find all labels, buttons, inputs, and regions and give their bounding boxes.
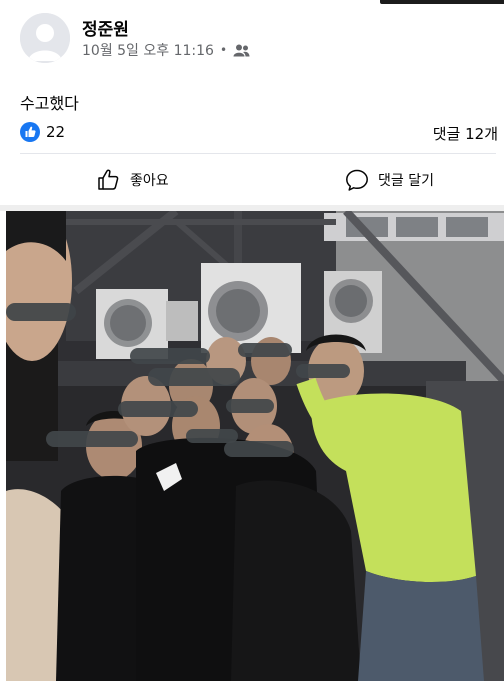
comment-button[interactable]: 댓글 달기	[344, 160, 434, 200]
facebook-post-page: 정준원 10월 5일 오후 11:16 • 수고했다 22 댓글 12개 좋아요…	[0, 0, 504, 684]
post-text: 수고했다	[20, 94, 79, 113]
top-corner-strip	[380, 0, 504, 4]
friends-icon[interactable]	[233, 44, 250, 57]
post-timestamp[interactable]: 10월 5일 오후 11:16	[82, 40, 214, 60]
post-header: 정준원 10월 5일 오후 11:16 •	[20, 13, 490, 65]
divider	[20, 153, 496, 154]
like-count[interactable]: 22	[46, 123, 65, 141]
default-avatar-icon	[20, 13, 70, 63]
group-photo[interactable]	[6, 211, 504, 681]
actions-row: 좋아요 댓글 달기	[0, 160, 504, 200]
reactions-row: 22 댓글 12개	[20, 121, 500, 143]
like-button[interactable]: 좋아요	[96, 160, 169, 200]
thumbs-up-outline-icon	[96, 167, 122, 193]
comment-bubble-icon	[344, 167, 370, 193]
post-meta: 10월 5일 오후 11:16 •	[82, 40, 250, 60]
meta-separator: •	[219, 43, 228, 57]
avatar[interactable]	[20, 13, 70, 63]
author-name[interactable]: 정준원	[82, 15, 129, 40]
thumbs-up-icon[interactable]	[20, 122, 40, 142]
comment-count[interactable]: 댓글 12개	[433, 123, 498, 144]
comment-button-label: 댓글 달기	[378, 173, 434, 189]
like-button-label: 좋아요	[130, 173, 169, 189]
